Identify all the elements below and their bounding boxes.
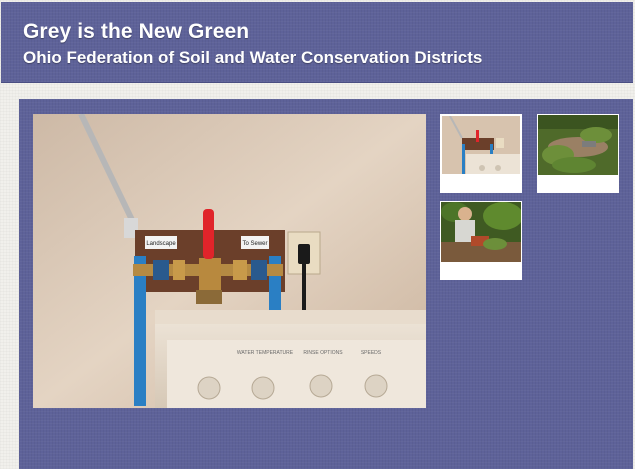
main-photo[interactable]: Landscape To Sewer WATER TEMPERATURE RIN… xyxy=(33,114,426,408)
panel-label-speeds: SPEEDS xyxy=(361,350,382,356)
panel-label-temp: WATER TEMPERATURE xyxy=(237,350,294,356)
site-subtitle: Ohio Federation of Soil and Water Conser… xyxy=(23,48,483,67)
site-header: Grey is the New Green Ohio Federation of… xyxy=(1,2,633,83)
thumbnail-1[interactable] xyxy=(440,114,522,193)
valve-photo-thumb-icon xyxy=(442,116,520,174)
thumbnail-2[interactable] xyxy=(537,114,619,193)
gardener-photo-thumb-icon xyxy=(441,202,521,262)
site-title[interactable]: Grey is the New Green xyxy=(23,20,249,44)
garden-photo-thumb-icon xyxy=(538,115,618,175)
panel-label-rinse: RINSE OPTIONS xyxy=(303,350,343,356)
tag-left-text: Landscape xyxy=(146,241,176,247)
thumbnail-3[interactable] xyxy=(440,201,522,280)
washer-valve-photo: Landscape To Sewer WATER TEMPERATURE RIN… xyxy=(33,114,426,408)
gallery-panel: Landscape To Sewer WATER TEMPERATURE RIN… xyxy=(19,99,633,469)
tag-right-text: To Sewer xyxy=(242,241,267,247)
